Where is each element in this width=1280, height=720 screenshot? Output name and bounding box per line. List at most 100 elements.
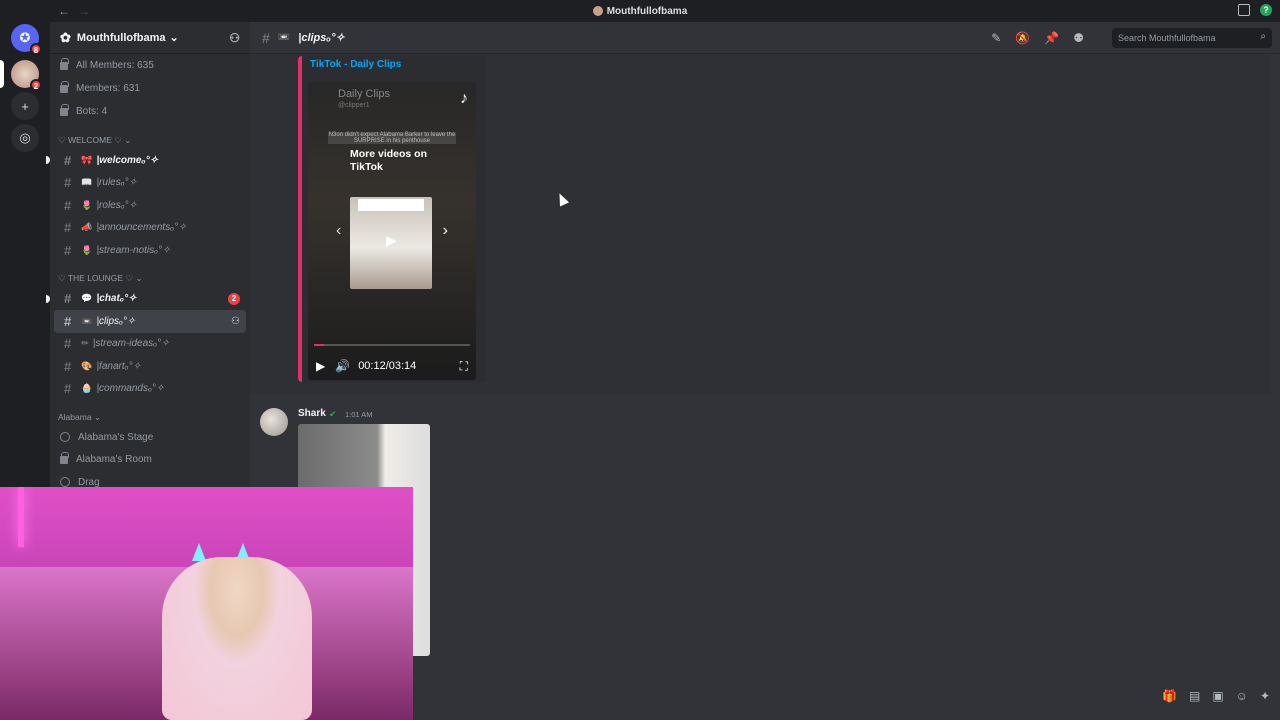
emoji-icon[interactable]: ☺ xyxy=(1236,689,1248,703)
create-invite-icon[interactable]: ⚇ xyxy=(231,316,240,327)
channel-label: |rolesₒ°✧ xyxy=(96,199,138,211)
channel-label: |rulesₒ°✧ xyxy=(96,177,138,189)
chevron-down-icon: ⌄ xyxy=(121,134,132,145)
fullscreen-icon[interactable]: ⛶ xyxy=(460,359,468,374)
invite-people-icon[interactable]: ⚇ xyxy=(229,31,240,45)
chevron-down-icon: ⌄ xyxy=(169,32,179,44)
tiktok-handle: @clipper1 xyxy=(338,102,370,109)
volume-icon[interactable]: 🔊 xyxy=(335,359,350,373)
stat-bots[interactable]: Bots: 4 xyxy=(50,100,250,123)
channel-label: |clipsₒ°✧ xyxy=(96,315,136,327)
channel-alabamas-room[interactable]: Alabama's Room xyxy=(50,449,250,472)
verified-badge-icon: ✔ xyxy=(329,409,337,419)
video-progress-bar[interactable] xyxy=(314,344,470,346)
pin-icon[interactable]: 📌 xyxy=(1044,31,1059,45)
channel-title: |clipsₒ°✧ xyxy=(298,32,345,44)
lock-icon xyxy=(60,103,69,116)
chevron-down-icon: ⌄ xyxy=(133,273,143,283)
add-server-icon[interactable]: + xyxy=(11,92,39,120)
hash-icon: # xyxy=(262,29,270,46)
play-icon[interactable]: ▶ xyxy=(316,359,325,373)
pencil-emoji-icon: ✏ xyxy=(81,338,89,349)
megaphone-emoji-icon: 📣 xyxy=(81,222,93,233)
category-lounge[interactable]: ♡ THE LOUNGE ♡ ⌄ xyxy=(50,262,250,288)
inbox-icon[interactable] xyxy=(1238,4,1250,16)
lock-icon xyxy=(60,80,69,93)
chevron-down-icon: ⌄ xyxy=(91,411,102,422)
gift-icon[interactable]: 🎁 xyxy=(1162,689,1177,703)
bow-emoji-icon: 🎀 xyxy=(81,154,93,165)
category-label: ♡ THE LOUNGE ♡ xyxy=(58,273,134,283)
hash-icon: # xyxy=(64,242,72,258)
channel-label: |fanartₒ°✧ xyxy=(96,360,141,372)
cupcake-emoji-icon: 🧁 xyxy=(81,383,93,394)
message-composer[interactable]: 🎁 ▤ ▣ ☺ ✦ xyxy=(413,676,1280,720)
message-tiktok-embed[interactable]: TikTok - Daily Clips Daily Clips @clippe… xyxy=(250,54,1270,394)
gif-icon[interactable]: ▤ xyxy=(1189,689,1200,703)
sticker-icon[interactable]: ▣ xyxy=(1212,689,1223,703)
search-input[interactable]: Search Mouthfullofbama ⌕ xyxy=(1112,28,1272,48)
channel-stream-ideas[interactable]: # ✏ |stream-ideasₒ°✧ xyxy=(54,333,246,356)
stat-all-members[interactable]: All Members: 635 xyxy=(50,54,250,77)
avatar[interactable] xyxy=(260,408,288,436)
window-title: Mouthfullofbama xyxy=(606,5,688,17)
flower-emoji-icon: 🌷 xyxy=(81,199,93,210)
channel-announcements[interactable]: # 📣 |announcementsₒ°✧ xyxy=(54,217,246,240)
channel-welcome[interactable]: # 🎀 |welcomeₒ°✧ xyxy=(46,149,246,172)
mention-badge: 2 xyxy=(228,292,240,305)
server-badge: 2 xyxy=(30,79,42,91)
channel-roles[interactable]: # 🌷 |rolesₒ°✧ xyxy=(54,194,246,217)
hash-icon: # xyxy=(64,175,72,191)
channel-chat[interactable]: # 💬 |chatₒ°✧ 2 xyxy=(46,288,246,311)
title-bar: ← → Mouthfullofbama ? xyxy=(0,0,1280,22)
channel-clips[interactable]: # 📼 |clipsₒ°✧ ⚇ xyxy=(54,310,246,333)
forward-arrow-icon[interactable]: → xyxy=(78,4,90,18)
search-placeholder: Search Mouthfullofbama xyxy=(1118,33,1216,43)
member-list-icon[interactable]: ⚉ xyxy=(1073,31,1084,45)
embed-video-player[interactable]: Daily Clips @clipper1 ♪ N3on didn't expe… xyxy=(308,82,476,380)
apps-icon[interactable]: ✦ xyxy=(1260,689,1270,703)
tiktok-embed: TikTok - Daily Clips Daily Clips @clippe… xyxy=(298,56,486,382)
channel-label: |stream-ideasₒ°✧ xyxy=(92,338,170,350)
channel-commands[interactable]: # 🧁 |commandsₒ°✧ xyxy=(54,378,246,401)
channel-stream-notis[interactable]: # 🌷 |stream-notisₒ°✧ xyxy=(54,239,246,262)
lock-icon xyxy=(60,451,69,464)
previous-arrow-icon[interactable]: ‹ xyxy=(336,222,341,240)
hash-icon: # xyxy=(64,197,72,213)
channel-rules[interactable]: # 📖 |rulesₒ°✧ xyxy=(54,172,246,195)
stat-label: All Members: 635 xyxy=(76,60,154,71)
camera-emoji-icon: 📼 xyxy=(81,315,93,326)
thumbnail-play-icon[interactable]: ▶ xyxy=(386,232,397,249)
channel-label: Alabama's Stage xyxy=(78,431,154,443)
home-discord-icon[interactable]: ✪ 8 xyxy=(11,24,42,55)
home-badge: 8 xyxy=(30,43,42,55)
stat-label: Bots: 4 xyxy=(76,106,108,117)
explore-compass-icon[interactable]: ◎ xyxy=(11,124,39,152)
server-header[interactable]: ✿ Mouthfullofbama ⌄ ⚇ xyxy=(50,22,250,54)
speech-bubble-emoji-icon: 💬 xyxy=(81,293,93,304)
voice-icon xyxy=(60,477,70,488)
stat-members[interactable]: Members: 631 xyxy=(50,77,250,100)
selected-server-pill xyxy=(0,60,4,88)
hash-icon: # xyxy=(64,152,72,168)
notification-bell-icon[interactable]: 🔕 xyxy=(1015,31,1030,45)
server-name: Mouthfullofbama xyxy=(76,31,166,44)
unread-dot xyxy=(46,156,50,165)
help-icon[interactable]: ? xyxy=(1260,4,1272,16)
channel-alabamas-stage[interactable]: Alabama's Stage xyxy=(50,426,250,449)
stage-icon xyxy=(60,432,70,443)
back-arrow-icon[interactable]: ← xyxy=(58,4,70,18)
server-icon-mouthfullofbama[interactable]: 2 xyxy=(11,60,42,91)
threads-icon[interactable]: ✎ xyxy=(991,31,1001,45)
streamer-figure xyxy=(162,557,312,720)
category-welcome[interactable]: ♡ WELCOME ♡ ⌄ xyxy=(50,123,250,149)
history-nav: ← → xyxy=(58,4,98,18)
video-controls: ▶ 🔊 00:12/03:14 ⛶ xyxy=(308,352,476,380)
video-progress-fill xyxy=(314,344,324,346)
embed-provider-link[interactable]: TikTok - Daily Clips xyxy=(310,59,401,70)
next-arrow-icon[interactable]: › xyxy=(443,222,448,240)
tiktok-logo-icon: ♪ xyxy=(460,90,468,107)
category-alabama[interactable]: Alabama ⌄ xyxy=(50,400,250,426)
message-author[interactable]: Shark xyxy=(298,408,326,419)
channel-fanart[interactable]: # 🎨 |fanartₒ°✧ xyxy=(54,355,246,378)
